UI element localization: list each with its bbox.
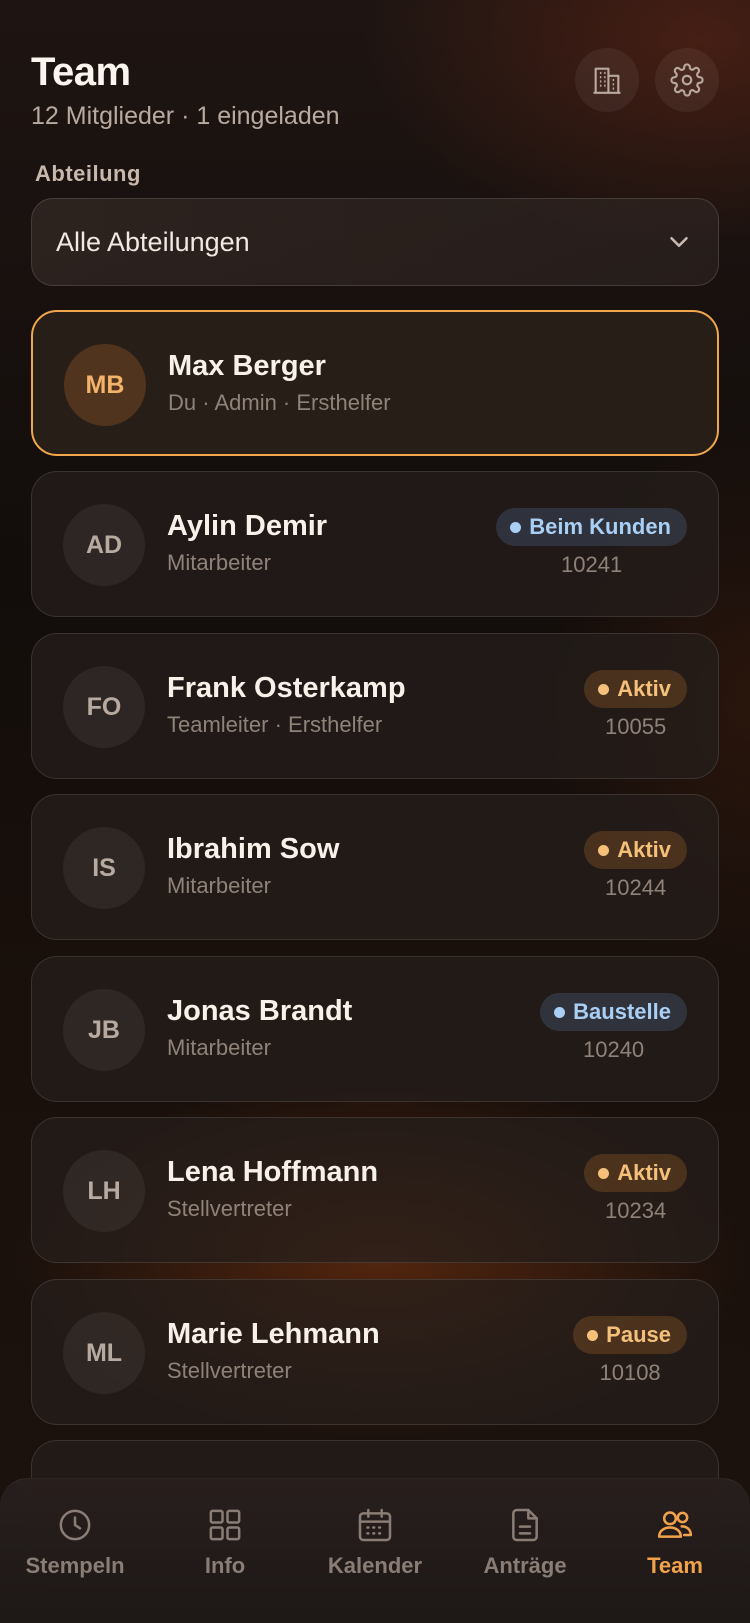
member-name: Aylin Demir [167, 510, 328, 542]
gear-icon [670, 63, 704, 97]
member-role: Teamleiter · Ersthelfer [167, 712, 383, 737]
member-name: Ibrahim Sow [167, 833, 340, 865]
status-dot-icon [510, 521, 522, 533]
member-name: Max Berger [168, 350, 326, 382]
avatar: LH [63, 1150, 145, 1232]
status-dot-icon [587, 1329, 599, 1341]
member-name: Frank Osterkamp [167, 672, 406, 704]
avatar: ML [63, 1312, 145, 1394]
member-role: Mitarbeiter [167, 550, 271, 575]
building-icon [593, 67, 621, 94]
member-name: Lena Hoffmann [167, 1156, 379, 1188]
status-label: Aktiv [617, 676, 671, 701]
team-icon [657, 1511, 693, 1538]
tab-team[interactable]: Team [600, 1479, 750, 1623]
member-status-group: Beim Kunden 10241 [496, 508, 687, 578]
member-status-group: Pause 10108 [573, 1316, 687, 1386]
department-label: Abteilung [35, 161, 141, 186]
status-label: Baustelle [573, 999, 671, 1024]
status-dot-icon [598, 683, 610, 695]
departments-button[interactable] [575, 48, 639, 112]
status-badge: Aktiv [584, 1154, 687, 1192]
status-badge: Aktiv [584, 831, 687, 869]
member-card[interactable]: LH Lena Hoffmann Stellvertreter Aktiv 10… [31, 1117, 719, 1263]
status-dot-icon [598, 1167, 610, 1179]
page-header: Team 12 Mitglieder · 1 eingeladen [31, 48, 719, 131]
member-status-group: Aktiv 10234 [584, 1154, 687, 1224]
tab-label: Info [204, 1553, 246, 1578]
settings-button[interactable] [655, 48, 719, 112]
tab-label: Kalender [327, 1553, 423, 1578]
tab-info[interactable]: Info [150, 1479, 300, 1623]
header-actions [575, 48, 719, 112]
member-card-self[interactable]: MB Max Berger Du · Admin · Ersthelfer [31, 310, 719, 456]
member-role: Stellvertreter [167, 1358, 292, 1383]
employee-number: 10244 [605, 875, 667, 900]
clock-icon [59, 1509, 91, 1541]
member-status-group: Aktiv 10055 [584, 670, 687, 740]
member-status-group: Baustelle 10240 [540, 993, 687, 1063]
status-badge: Baustelle [540, 993, 687, 1031]
tab-label: Anträge [483, 1553, 567, 1578]
avatar: AD [63, 504, 145, 586]
member-role: Mitarbeiter [167, 873, 271, 898]
status-badge: Beim Kunden [496, 508, 687, 546]
member-name: Jonas Brandt [167, 995, 353, 1027]
status-badge: Aktiv [584, 670, 687, 708]
member-card[interactable]: FO Frank Osterkamp Teamleiter · Ersthelf… [31, 633, 719, 779]
tab-label: Team [647, 1553, 703, 1578]
department-select[interactable]: Alle Abteilungen [31, 198, 719, 286]
avatar: JB [63, 989, 145, 1071]
avatar: IS [63, 827, 145, 909]
member-role: Stellvertreter [167, 1196, 292, 1221]
employee-number: 10234 [605, 1198, 667, 1223]
bottom-tab-bar: Stempeln Info Kalender Anträge Team [0, 1478, 750, 1623]
status-label: Aktiv [617, 837, 671, 862]
employee-number: 10241 [561, 552, 623, 577]
tab-kalender[interactable]: Kalender [300, 1479, 450, 1623]
avatar: FO [63, 666, 145, 748]
member-card[interactable]: ML Marie Lehmann Stellvertreter Pause 10… [31, 1279, 719, 1425]
member-role: Mitarbeiter [167, 1035, 271, 1060]
grid-icon [209, 1509, 241, 1541]
status-badge: Pause [573, 1316, 687, 1354]
employee-number: 10240 [582, 1037, 645, 1062]
document-icon [512, 1508, 538, 1542]
member-name: Marie Lehmann [167, 1318, 380, 1350]
employee-number: 10108 [599, 1360, 661, 1385]
status-label: Pause [606, 1322, 671, 1347]
tab-antraege[interactable]: Anträge [450, 1479, 600, 1623]
department-select-value: Alle Abteilungen [56, 226, 250, 257]
member-card[interactable]: AD Aylin Demir Mitarbeiter Beim Kunden 1… [31, 471, 719, 617]
status-dot-icon [598, 844, 610, 856]
avatar: MB [64, 344, 146, 426]
tab-stempeln[interactable]: Stempeln [0, 1479, 150, 1623]
status-dot-icon [554, 1006, 566, 1018]
employee-number: 10055 [605, 714, 667, 739]
tab-label: Stempeln [25, 1553, 125, 1578]
member-card[interactable]: JB Jonas Brandt Mitarbeiter Baustelle 10… [31, 956, 719, 1102]
member-status-group: Aktiv 10244 [584, 831, 687, 901]
calendar-icon [358, 1508, 392, 1542]
member-role: Du · Admin · Ersthelfer [168, 390, 391, 415]
status-label: Beim Kunden [529, 514, 671, 539]
chevron-down-icon [670, 237, 688, 247]
status-label: Aktiv [617, 1160, 671, 1185]
member-card[interactable]: IS Ibrahim Sow Mitarbeiter Aktiv 10244 [31, 794, 719, 940]
